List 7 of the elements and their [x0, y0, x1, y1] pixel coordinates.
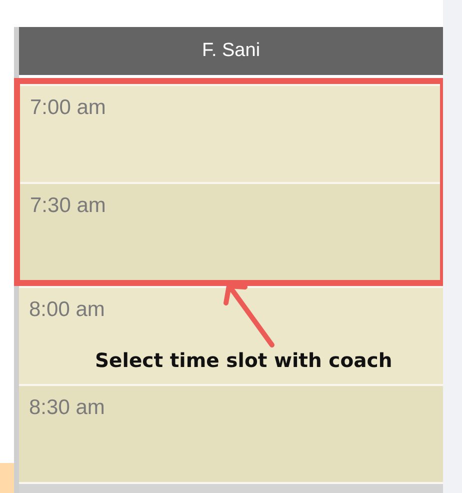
time-slot[interactable]: 7:30 am [20, 182, 440, 280]
side-panel [0, 463, 14, 493]
time-slot[interactable] [19, 482, 443, 493]
column-header: F. Sani [19, 27, 443, 74]
time-slot[interactable]: 7:00 am [20, 84, 440, 182]
time-slot[interactable]: 8:30 am [19, 384, 443, 482]
annotation-text: Select time slot with coach [95, 349, 392, 372]
